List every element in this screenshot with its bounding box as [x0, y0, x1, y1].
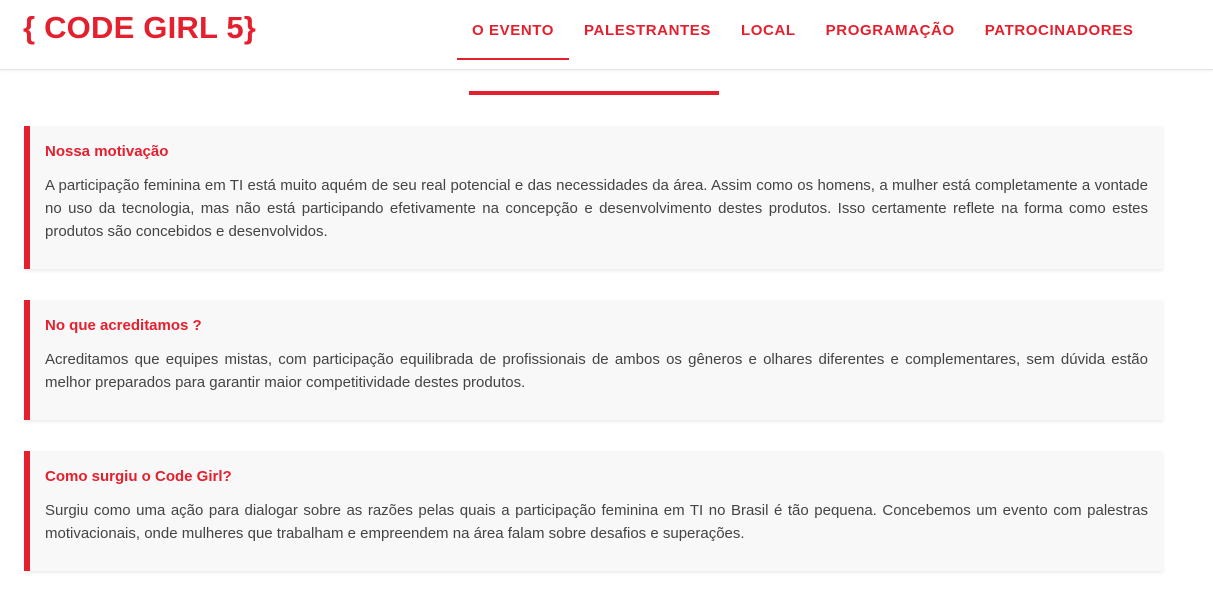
card-como-surgiu: Como surgiu o Code Girl? Surgiu como uma…	[24, 451, 1163, 571]
card-text: A participação feminina em TI está muito…	[45, 177, 1148, 240]
nav-item-programacao[interactable]: PROGRAMAÇÃO	[811, 0, 970, 60]
card-text: Acreditamos que equipes mistas, com part…	[45, 351, 1148, 391]
card-title: Como surgiu o Code Girl?	[45, 468, 232, 485]
section-divider	[469, 91, 719, 95]
nav-item-o-evento[interactable]: O EVENTO	[457, 0, 570, 60]
top-navbar: { CODE GIRL 5} O EVENTO PALESTRANTES LOC…	[0, 0, 1213, 70]
card-nossa-motivacao: Nossa motivação A participação feminina …	[24, 126, 1163, 269]
site-logo[interactable]: { CODE GIRL 5}	[23, 10, 256, 46]
card-title: No que acreditamos ?	[45, 317, 202, 334]
card-text: Surgiu como uma ação para dialogar sobre…	[45, 502, 1148, 542]
card-title: Nossa motivação	[45, 143, 169, 160]
nav-item-palestrantes[interactable]: PALESTRANTES	[569, 0, 726, 60]
nav-item-local[interactable]: LOCAL	[726, 0, 811, 60]
card-no-que-acreditamos: No que acreditamos ? Acreditamos que equ…	[24, 300, 1163, 420]
main-nav: O EVENTO PALESTRANTES LOCAL PROGRAMAÇÃO …	[457, 0, 1148, 70]
nav-item-patrocinadores[interactable]: PATROCINADORES	[970, 0, 1149, 60]
